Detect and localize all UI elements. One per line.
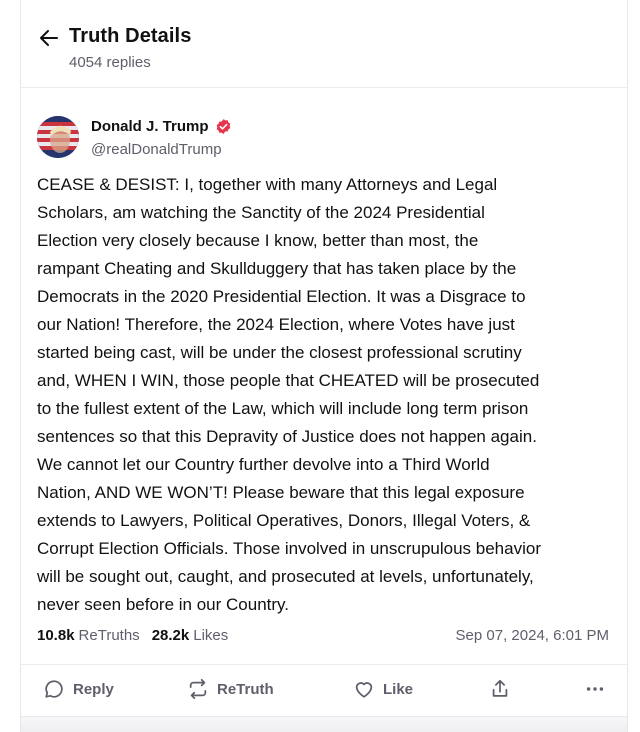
truth-details-panel: Truth Details 4054 replies Donald J. Tru… (20, 0, 628, 732)
replies-count: 4054 replies (69, 54, 151, 71)
retruth-label: ReTruth (217, 680, 274, 698)
likes-count: 28.2k (151, 627, 190, 644)
reply-bubble-icon (45, 680, 63, 698)
retruths-label: ReTruths (78, 627, 140, 644)
likes-label: Likes (193, 627, 229, 644)
post-date: Sep 07, 2024, 6:01 PM (455, 627, 609, 644)
more-dots-icon (586, 687, 604, 691)
more-options-button[interactable] (584, 678, 606, 700)
like-button[interactable]: Like (353, 678, 413, 700)
likes-stat[interactable]: 28.2k Likes (152, 627, 229, 644)
like-label: Like (383, 680, 414, 698)
avatar[interactable] (37, 116, 79, 158)
retruth-button[interactable]: ReTruth (187, 678, 274, 700)
page-header: Truth Details 4054 replies (21, 0, 627, 88)
next-item-edge (21, 716, 627, 732)
share-icon (492, 679, 508, 697)
heart-icon (355, 682, 373, 698)
page-title: Truth Details (69, 25, 192, 47)
retruths-count: 10.8k (37, 627, 75, 644)
share-button[interactable] (489, 678, 511, 700)
post-text: CEASE & DESIST: I, together with many At… (37, 175, 541, 614)
retruth-arrows-icon (189, 678, 207, 700)
author-name-text: Donald J. Trump (91, 118, 209, 135)
author-name[interactable]: Donald J. Trump (91, 118, 232, 135)
divider (21, 664, 627, 665)
post-stats: 10.8k ReTruths 28.2k Likes (37, 627, 228, 644)
reply-label: Reply (73, 680, 114, 698)
arrow-left-icon (40, 30, 58, 46)
verified-badge-icon (216, 119, 230, 134)
reply-button[interactable]: Reply (43, 678, 114, 700)
author-handle[interactable]: @realDonaldTrump (91, 141, 222, 158)
retruths-stat[interactable]: 10.8k ReTruths (37, 627, 140, 644)
back-button[interactable] (37, 26, 61, 50)
